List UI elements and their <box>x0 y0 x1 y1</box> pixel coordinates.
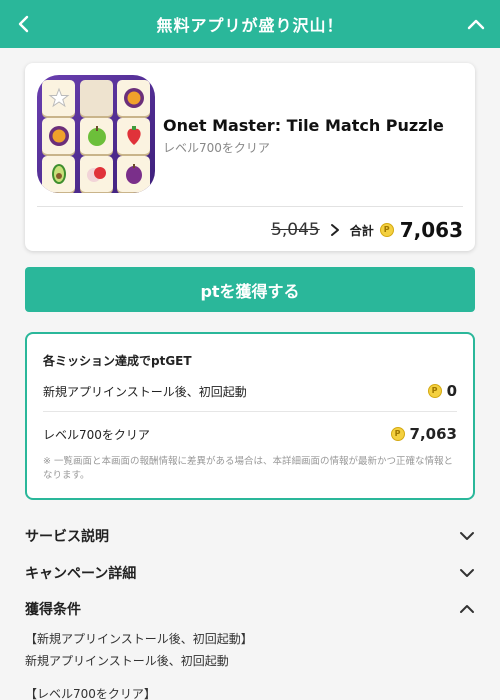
chevron-down-icon <box>460 532 474 540</box>
mission-box: 各ミッション達成でptGET 新規アプリインストール後、初回起動 P 0 レベル… <box>25 332 475 500</box>
card-divider <box>37 206 463 207</box>
section-service[interactable]: サービス説明 <box>25 523 475 549</box>
get-points-button[interactable]: ptを獲得する <box>25 267 475 312</box>
chevron-right-icon <box>330 224 339 236</box>
mission-row: 新規アプリインストール後、初回起動 P 0 <box>43 381 457 401</box>
point-coin-icon: P <box>379 223 394 237</box>
section-conditions[interactable]: 獲得条件 <box>25 596 475 622</box>
page-title: 無料アプリが盛り沢山！ <box>156 16 344 35</box>
old-points: 5,045 <box>271 220 320 240</box>
condition-heading: 【新規アプリインストール後、初回起動】 <box>25 632 253 646</box>
mission-points-value: 0 <box>446 382 457 400</box>
mission-title: 各ミッション達成でptGET <box>43 354 192 368</box>
mission-row: レベル700をクリア P 7,063 <box>43 424 457 444</box>
chevron-left-icon <box>18 15 29 33</box>
mission-label: レベル700をクリア <box>43 427 150 442</box>
section-label: サービス説明 <box>25 529 109 545</box>
point-coin-icon: P <box>390 427 405 441</box>
chevron-up-icon <box>460 605 474 613</box>
mission-divider <box>43 411 457 412</box>
condition-text: 新規アプリインストール後、初回起動 <box>25 654 229 668</box>
mission-points: P 0 <box>427 382 457 400</box>
fruit-tiles-app-icon <box>37 75 155 193</box>
total-label: 合計 <box>349 223 374 238</box>
section-label: 獲得条件 <box>25 602 81 618</box>
chevron-up-icon <box>467 19 485 30</box>
app-card: Onet Master: Tile Match Puzzle レベル700をクリ… <box>25 63 475 251</box>
mission-points-value: 7,063 <box>409 425 457 443</box>
chevron-down-icon <box>460 569 474 577</box>
condition-heading: 【レベル700をクリア】 <box>25 687 156 700</box>
section-campaign[interactable]: キャンペーン詳細 <box>25 560 475 586</box>
points-summary: 5,045 合計 P 7,063 <box>271 215 463 245</box>
mission-label: 新規アプリインストール後、初回起動 <box>43 384 247 399</box>
mission-points: P 7,063 <box>390 425 457 443</box>
top-bar: 無料アプリが盛り沢山！ <box>0 0 500 48</box>
mission-note: ※ 一覧画面と本画面の報酬情報に差異がある場合は、本詳細画面の情報が最新かつ正確… <box>43 456 453 481</box>
total-points: 7,063 <box>399 218 463 242</box>
point-coin-icon: P <box>427 384 442 398</box>
back-button[interactable] <box>10 10 38 38</box>
app-name: Onet Master: Tile Match Puzzle <box>163 116 444 135</box>
collapse-button[interactable] <box>462 10 490 38</box>
app-subtitle: レベル700をクリア <box>163 141 270 155</box>
section-label: キャンペーン詳細 <box>25 566 137 582</box>
